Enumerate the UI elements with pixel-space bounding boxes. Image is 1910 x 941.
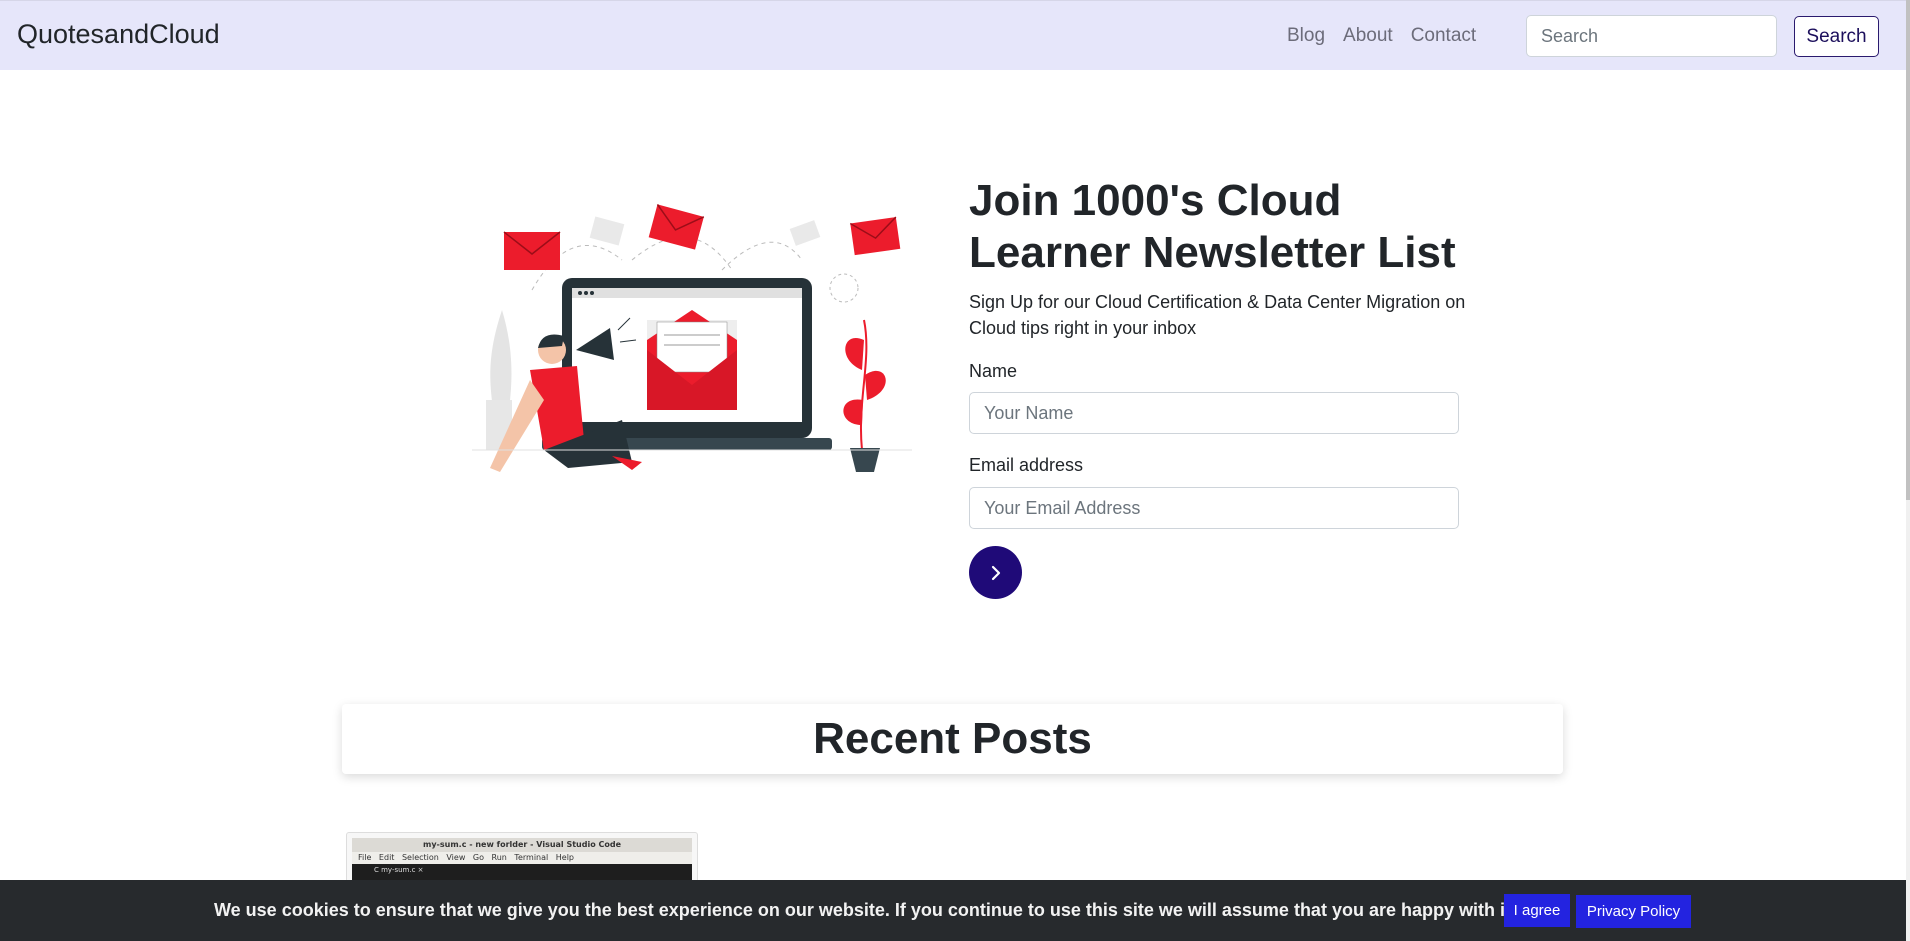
cookie-agree-button[interactable]: I agree — [1504, 894, 1570, 927]
nav-link-blog[interactable]: Blog — [1287, 25, 1325, 47]
name-label: Name — [969, 361, 1018, 381]
scrollbar-thumb[interactable] — [1906, 0, 1910, 500]
nav-links: Blog About Contact — [1287, 25, 1476, 47]
recent-posts-header: Recent Posts — [342, 704, 1563, 774]
email-field[interactable] — [969, 487, 1459, 529]
cookie-consent-bar: We use cookies to ensure that we give yo… — [0, 880, 1906, 941]
search-button[interactable]: Search — [1794, 16, 1879, 57]
thumbnail-tab: C my-sum.c × — [374, 866, 424, 874]
subscribe-button[interactable] — [969, 546, 1022, 599]
email-label: Email address — [969, 455, 1084, 475]
hero-title: Join 1000's Cloud Learner Newsletter Lis… — [969, 176, 1456, 277]
nav-link-contact[interactable]: Contact — [1411, 25, 1476, 47]
cookie-message: We use cookies to ensure that we give yo… — [214, 900, 1516, 920]
name-field[interactable] — [969, 392, 1459, 434]
envelope-icon — [648, 203, 705, 250]
nav-link-about[interactable]: About — [1343, 25, 1393, 47]
newsletter-illustration — [472, 203, 912, 472]
recent-posts-title: Recent Posts — [813, 714, 1092, 763]
navbar: QuotesandCloud Blog About Contact Search — [0, 0, 1906, 70]
brand-logo[interactable]: QuotesandCloud — [17, 19, 220, 50]
thumbnail-menu-bar: File Edit Selection View Go Run Terminal… — [352, 852, 692, 864]
search-input[interactable] — [1526, 15, 1777, 57]
privacy-policy-button[interactable]: Privacy Policy — [1576, 895, 1691, 928]
page-scrollbar[interactable] — [1906, 0, 1910, 941]
envelope-icon — [849, 216, 901, 256]
hero-subtitle: Sign Up for our Cloud Certification & Da… — [969, 292, 1466, 338]
chevron-right-icon — [991, 565, 1000, 580]
envelope-icon — [503, 231, 561, 270]
thumbnail-window-title: my-sum.c - new forlder - Visual Studio C… — [352, 838, 692, 852]
